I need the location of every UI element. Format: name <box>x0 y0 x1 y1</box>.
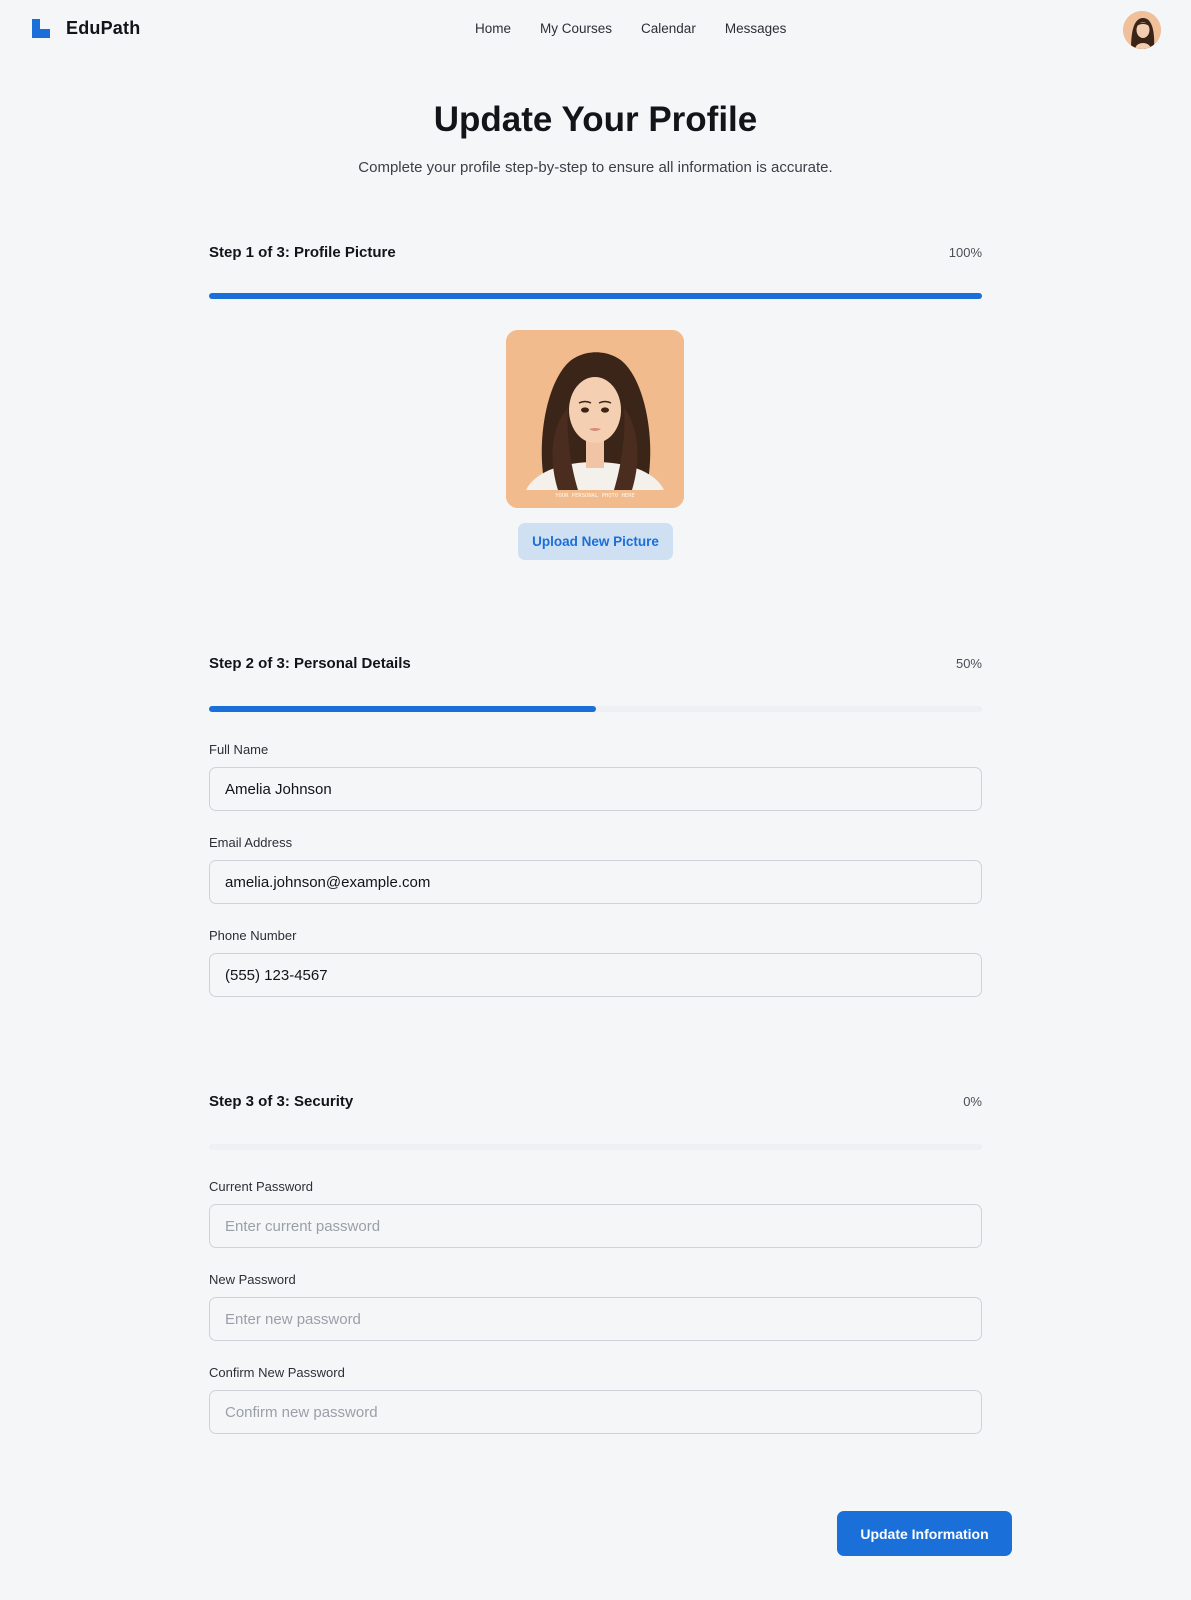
phone-label: Phone Number <box>209 928 297 943</box>
brand[interactable]: EduPath <box>32 18 140 39</box>
profile-portrait-icon: YOUR PERSONAL PHOTO HERE <box>506 330 684 508</box>
confirm-password-field[interactable] <box>209 1390 982 1434</box>
step-personal-details: Step 2 of 3: Personal Details 50% Full N… <box>209 655 982 1005</box>
user-avatar[interactable] <box>1123 11 1161 49</box>
edupath-logo-icon <box>32 19 50 38</box>
update-information-button[interactable]: Update Information <box>837 1511 1012 1556</box>
nav-item-my-courses[interactable]: My Courses <box>540 21 612 36</box>
step-title: Step 1 of 3: Profile Picture <box>209 244 396 261</box>
top-navigation-bar: EduPath Home My Courses Calendar Message… <box>0 0 1191 60</box>
step-title: Step 2 of 3: Personal Details <box>209 655 411 672</box>
progress-bar <box>209 293 982 299</box>
nav-item-messages[interactable]: Messages <box>725 21 787 36</box>
step-percent: 50% <box>955 656 982 671</box>
brand-name: EduPath <box>66 18 141 38</box>
step-percent: 100% <box>948 245 982 260</box>
photo-caption: YOUR PERSONAL PHOTO HERE <box>555 493 634 499</box>
step-title: Step 3 of 3: Security <box>209 1093 354 1110</box>
new-password-label: New Password <box>209 1272 296 1287</box>
page-title: Update Your Profile <box>433 100 758 139</box>
new-password-field[interactable] <box>209 1297 982 1341</box>
profile-picture: YOUR PERSONAL PHOTO HERE <box>506 330 684 508</box>
avatar-portrait-icon <box>1123 11 1161 49</box>
upload-picture-button[interactable]: Upload New Picture <box>518 523 673 560</box>
current-password-label: Current Password <box>209 1179 314 1194</box>
step-security: Step 3 of 3: Security 0% Current Passwor… <box>209 1093 982 1443</box>
email-label: Email Address <box>209 835 293 850</box>
step-profile-picture: Step 1 of 3: Profile Picture 100% YOUR P… <box>209 244 982 574</box>
page-subtitle: Complete your profile step-by-step to en… <box>358 159 833 176</box>
step-percent: 0% <box>963 1094 982 1109</box>
current-password-field[interactable] <box>209 1204 982 1248</box>
progress-bar <box>209 706 982 712</box>
progress-bar <box>209 1144 982 1150</box>
full-name-field[interactable] <box>209 767 982 811</box>
nav-item-home[interactable]: Home <box>475 21 511 36</box>
nav-item-calendar[interactable]: Calendar <box>641 21 696 36</box>
full-name-label: Full Name <box>209 742 269 757</box>
progress-fill <box>209 293 982 299</box>
confirm-password-label: Confirm New Password <box>209 1365 345 1380</box>
progress-fill <box>209 706 596 712</box>
email-field[interactable] <box>209 860 982 904</box>
main-nav: Home My Courses Calendar Messages <box>475 21 815 36</box>
phone-field[interactable] <box>209 953 982 997</box>
